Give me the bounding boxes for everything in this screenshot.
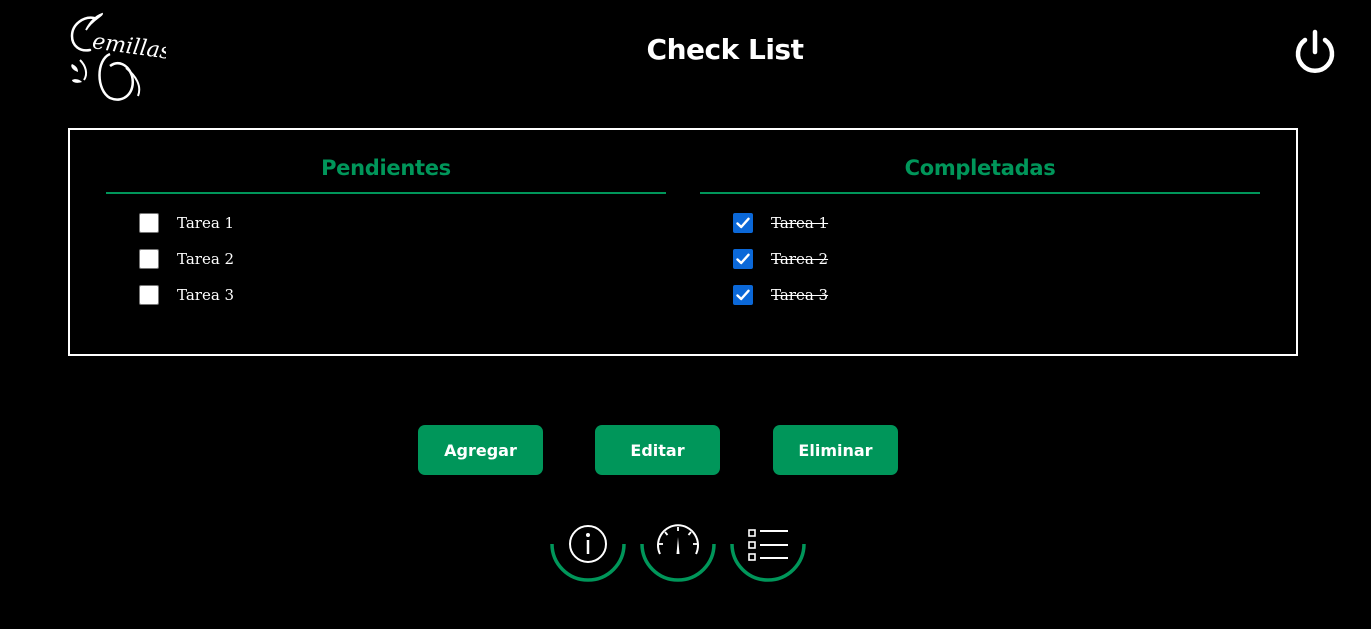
- pending-task-item: Tarea 3: [139, 277, 666, 313]
- task-checkbox-checked[interactable]: [733, 213, 753, 233]
- task-label: Tarea 3: [177, 286, 235, 304]
- task-checkbox[interactable]: [139, 213, 159, 233]
- pending-task-list: Tarea 1 Tarea 2 Tarea 3: [106, 205, 666, 313]
- add-button[interactable]: Agregar: [418, 425, 543, 475]
- gauge-icon: [640, 524, 716, 582]
- power-icon: [1295, 29, 1335, 73]
- check-icon: [736, 217, 750, 229]
- power-button[interactable]: [1293, 28, 1337, 76]
- page-title: Check List: [646, 33, 804, 66]
- task-checkbox-checked[interactable]: [733, 285, 753, 305]
- completed-heading: Completadas: [700, 148, 1260, 194]
- info-icon: [550, 525, 626, 582]
- delete-button[interactable]: Eliminar: [773, 425, 898, 475]
- pending-task-item: Tarea 1: [139, 205, 666, 241]
- task-checkbox-checked[interactable]: [733, 249, 753, 269]
- pending-column: Pendientes Tarea 1 Tarea 2 Tarea 3: [106, 148, 666, 313]
- task-label-done: Tarea 3: [771, 286, 829, 304]
- completed-task-list: Tarea 1 Tarea 2 Tarea 3: [700, 205, 1260, 313]
- checklist-icon: [730, 529, 806, 582]
- edit-button[interactable]: Editar: [595, 425, 720, 475]
- checklist-panel: Pendientes Tarea 1 Tarea 2 Tarea 3 Compl…: [68, 128, 1298, 356]
- task-checkbox[interactable]: [139, 249, 159, 269]
- task-label: Tarea 1: [177, 214, 235, 232]
- check-icon: [736, 253, 750, 265]
- completed-task-item: Tarea 3: [733, 277, 1260, 313]
- completed-column: Completadas Tarea 1 Tarea 2 Tarea 3: [700, 148, 1260, 313]
- completed-task-item: Tarea 1: [733, 205, 1260, 241]
- check-icon: [736, 289, 750, 301]
- nav-info[interactable]: [548, 520, 628, 586]
- pending-task-item: Tarea 2: [139, 241, 666, 277]
- nav-dashboard[interactable]: [638, 520, 718, 586]
- task-checkbox[interactable]: [139, 285, 159, 305]
- task-label-done: Tarea 1: [771, 214, 829, 232]
- task-label: Tarea 2: [177, 250, 235, 268]
- nav-checklist[interactable]: [728, 520, 808, 586]
- completed-task-item: Tarea 2: [733, 241, 1260, 277]
- pending-heading: Pendientes: [106, 148, 666, 194]
- task-label-done: Tarea 2: [771, 250, 829, 268]
